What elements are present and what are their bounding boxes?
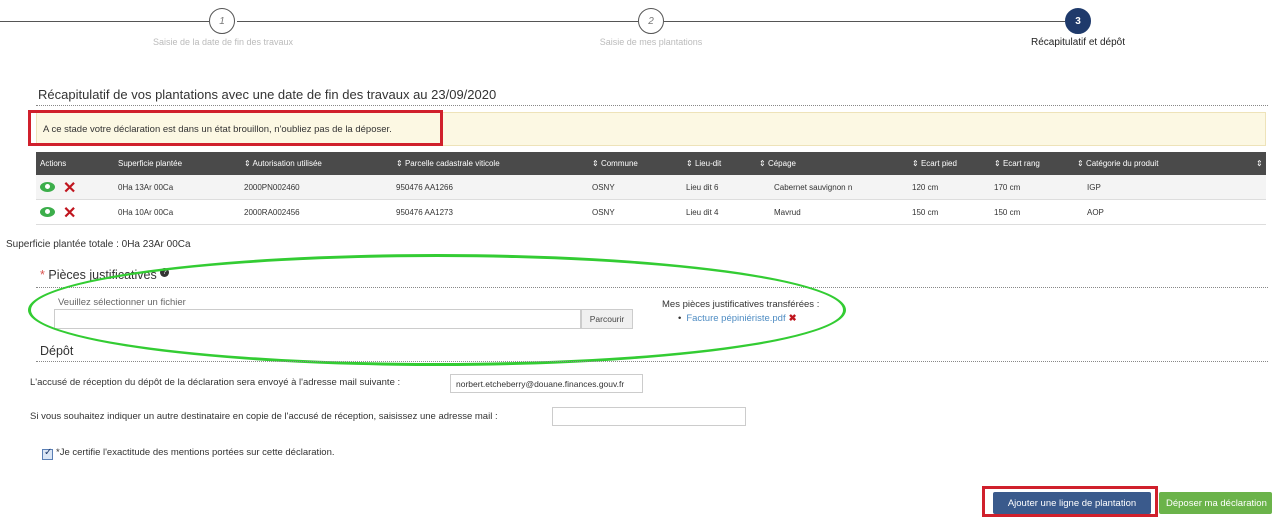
- cell-categorie: IGP: [1087, 183, 1101, 192]
- submit-button[interactable]: Déposer ma déclaration: [1159, 492, 1272, 514]
- view-icon[interactable]: [40, 207, 55, 217]
- column-header[interactable]: Superficie plantée: [118, 159, 182, 168]
- highlight-ellipse: [28, 254, 846, 366]
- cell-ecart-rang: 150 cm: [994, 208, 1021, 217]
- cell-superficie: 0Ha 10Ar 00Ca: [118, 208, 174, 217]
- column-header[interactable]: ⇕ Ecart pied: [912, 159, 957, 168]
- cell-cepage: Cabernet sauvignon n: [774, 183, 853, 192]
- stepper-line: [664, 21, 1065, 22]
- delete-icon[interactable]: ✕: [63, 178, 76, 198]
- divider: [36, 105, 1268, 106]
- divider: [36, 361, 1268, 362]
- sort-icon[interactable]: ⇕: [1256, 159, 1263, 168]
- copy-email-field[interactable]: [552, 407, 746, 426]
- cell-ecart-pied: 150 cm: [912, 208, 939, 217]
- cell-superficie: 0Ha 13Ar 00Ca: [118, 183, 174, 192]
- email-field[interactable]: norbert.etcheberry@douane.finances.gouv.…: [450, 374, 643, 393]
- cell-parcelle: 950476 AA1273: [396, 208, 453, 217]
- column-header[interactable]: ⇕ Cépage: [759, 159, 796, 168]
- table-body: ✕ 0Ha 13Ar 00Ca 2000PN002460 950476 AA12…: [36, 175, 1266, 225]
- column-header[interactable]: ⇕ Parcelle cadastrale viticole: [396, 159, 500, 168]
- cell-commune: OSNY: [592, 183, 615, 192]
- table-row: ✕ 0Ha 10Ar 00Ca 2000RA002456 950476 AA12…: [36, 200, 1266, 225]
- step-2-label[interactable]: Saisie de mes plantations: [600, 37, 703, 47]
- depot-title: Dépôt: [40, 344, 74, 358]
- cell-cepage: Mavrud: [774, 208, 801, 217]
- cell-lieu-dit: Lieu dit 6: [686, 183, 719, 192]
- step-1-label[interactable]: Saisie de la date de fin des travaux: [153, 37, 293, 47]
- column-header[interactable]: ⇕ Autorisation utilisée: [244, 159, 322, 168]
- table-header: Actions Superficie plantée ⇕ Autorisatio…: [36, 152, 1266, 175]
- column-header[interactable]: ⇕ Ecart rang: [994, 159, 1040, 168]
- cell-parcelle: 950476 AA1266: [396, 183, 453, 192]
- table-row: ✕ 0Ha 13Ar 00Ca 2000PN002460 950476 AA12…: [36, 175, 1266, 200]
- copy-email-text: Si vous souhaitez indiquer un autre dest…: [30, 411, 498, 422]
- plantations-table: Actions Superficie plantée ⇕ Autorisatio…: [36, 152, 1266, 225]
- certify-checkbox[interactable]: [42, 447, 53, 460]
- highlight-box: [28, 110, 443, 146]
- cell-lieu-dit: Lieu dit 4: [686, 208, 719, 217]
- cell-ecart-rang: 170 cm: [994, 183, 1021, 192]
- progress-stepper: 1 Saisie de la date de fin des travaux 2…: [0, 0, 1272, 60]
- column-header[interactable]: ⇕ Commune: [592, 159, 638, 168]
- cell-ecart-pied: 120 cm: [912, 183, 939, 192]
- view-icon[interactable]: [40, 182, 55, 192]
- add-line-button[interactable]: Ajouter une ligne de plantation: [993, 492, 1151, 514]
- page-title: Récapitulatif de vos plantations avec un…: [38, 87, 497, 102]
- delete-icon[interactable]: ✕: [63, 203, 76, 223]
- cell-commune: OSNY: [592, 208, 615, 217]
- cell-autorisation: 2000PN002460: [244, 183, 300, 192]
- step-3-label: Récapitulatif et dépôt: [1031, 37, 1125, 48]
- stepper-line: [237, 21, 638, 22]
- column-header[interactable]: ⇕ Lieu-dit: [686, 159, 721, 168]
- step-1-circle[interactable]: 1: [209, 8, 235, 34]
- required-marker: *: [40, 268, 45, 283]
- stepper-line: [0, 21, 209, 22]
- step-2-circle[interactable]: 2: [638, 8, 664, 34]
- column-header[interactable]: Actions: [40, 159, 66, 168]
- email-text: L'accusé de réception du dépôt de la déc…: [30, 377, 401, 388]
- step-3-circle: 3: [1065, 8, 1091, 34]
- column-header[interactable]: ⇕ Catégorie du produit: [1077, 159, 1158, 168]
- certify-text: *Je certifie l'exactitude des mentions p…: [56, 447, 335, 458]
- total-area: Superficie plantée totale : 0Ha 23Ar 00C…: [6, 239, 191, 250]
- cell-categorie: AOP: [1087, 208, 1104, 217]
- cell-autorisation: 2000RA002456: [244, 208, 300, 217]
